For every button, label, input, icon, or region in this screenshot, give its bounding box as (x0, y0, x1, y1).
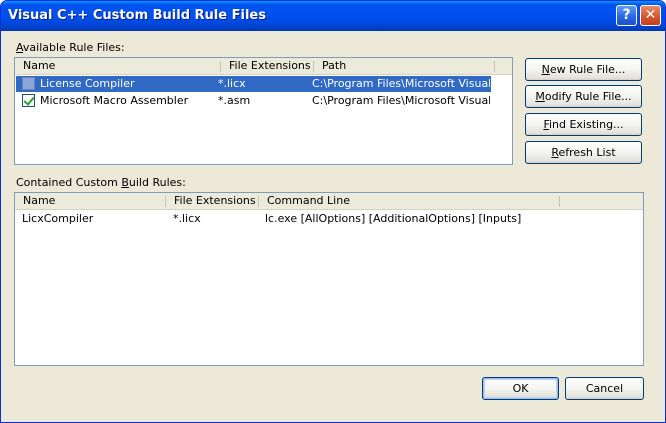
close-icon: ✕ (644, 7, 657, 23)
contained-build-rules-list[interactable]: Name File Extensions Command Line LicxCo… (14, 192, 644, 366)
window-title: Visual C++ Custom Build Rule Files (8, 8, 266, 23)
column-header-command-line[interactable]: Command Line (259, 193, 559, 210)
rule-extensions: *.licx (218, 77, 246, 90)
refresh-list-button[interactable]: Refresh List (525, 141, 642, 164)
help-button[interactable]: ? (616, 5, 637, 26)
column-header-file-extensions[interactable]: File Extensions (166, 193, 258, 210)
contained-list-header: Name File Extensions Command Line (15, 193, 643, 210)
list-item[interactable]: Microsoft Macro Assembler *.asm C:\Progr… (16, 93, 491, 109)
close-button[interactable]: ✕ (640, 5, 661, 26)
build-rule-extensions: *.licx (173, 212, 201, 225)
rule-name: Microsoft Macro Assembler (40, 94, 189, 107)
build-rule-command-line: lc.exe [AllOptions] [AdditionalOptions] … (265, 212, 522, 225)
cancel-button[interactable]: Cancel (565, 377, 644, 400)
rule-path: C:\Program Files\Microsoft Visual ... (312, 94, 490, 107)
rule-extensions: *.asm (218, 94, 251, 107)
available-list-header: Name File Extensions Path (15, 58, 512, 75)
contained-build-rules-label: Contained Custom Build Rules: (16, 176, 186, 189)
rule-path: C:\Program Files\Microsoft Visual ... (312, 77, 490, 90)
list-item[interactable]: License Compiler *.licx C:\Program Files… (16, 76, 491, 92)
ok-button[interactable]: OK (482, 377, 559, 400)
dialog-window: Visual C++ Custom Build Rule Files ? ✕ A… (0, 0, 666, 423)
dialog-client-area: Available Rule Files: Name File Extensio… (1, 31, 665, 422)
question-icon: ? (622, 7, 631, 23)
column-header-path[interactable]: Path (314, 58, 494, 75)
checkbox-license-compiler[interactable] (22, 77, 35, 90)
available-rule-files-list[interactable]: Name File Extensions Path License Compil… (14, 57, 513, 165)
list-item[interactable]: LicxCompiler *.licx lc.exe [AllOptions] … (16, 211, 642, 227)
column-header-name[interactable]: Name (15, 58, 220, 75)
checkbox-macro-assembler[interactable] (22, 94, 35, 107)
check-icon (23, 94, 35, 106)
find-existing-button[interactable]: Find Existing... (525, 113, 642, 136)
build-rule-name: LicxCompiler (22, 212, 94, 225)
column-header-file-extensions[interactable]: File Extensions (221, 58, 313, 75)
available-rule-files-label: Available Rule Files: (16, 41, 125, 54)
modify-rule-file-button[interactable]: Modify Rule File... (525, 85, 642, 108)
new-rule-file-button[interactable]: New Rule File... (525, 58, 642, 81)
rule-name: License Compiler (40, 77, 135, 90)
title-bar[interactable]: Visual C++ Custom Build Rule Files ? ✕ (1, 1, 665, 31)
column-header-name[interactable]: Name (15, 193, 165, 210)
